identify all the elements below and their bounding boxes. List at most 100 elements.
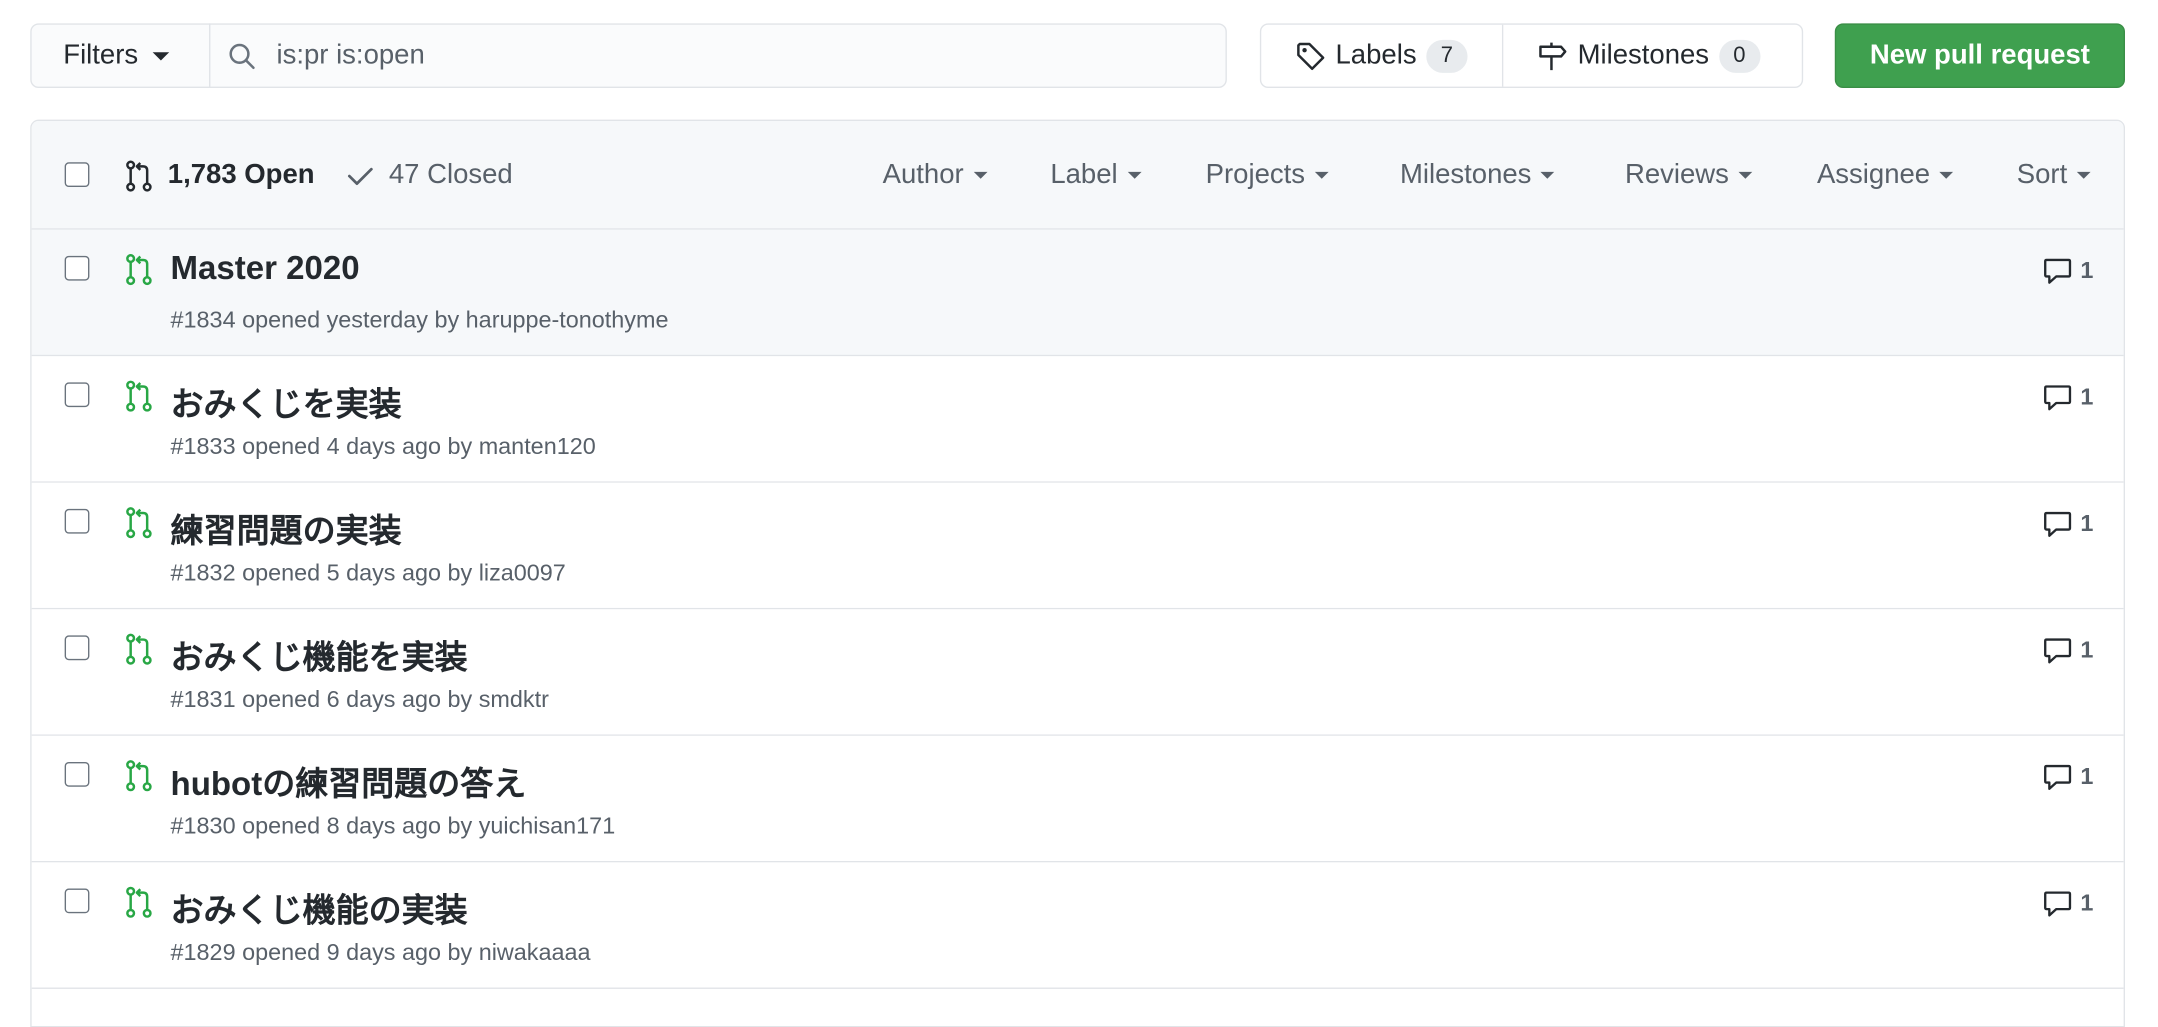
pull-request-list: 1,783 Open 47 Closed Author Label Projec… [30, 119, 2125, 1027]
list-item[interactable]: hubotの練習問題の答え #1830 opened 8 days ago by… [31, 735, 2124, 863]
comments-link[interactable]: 1 [2042, 382, 2093, 412]
open-filter-link[interactable]: 1,783 Open [124, 159, 315, 192]
comment-count: 1 [2080, 763, 2094, 790]
pull-request-open-icon [126, 886, 152, 918]
reviews-menu[interactable]: Reviews [1624, 159, 1753, 192]
pr-author-link[interactable]: yuichisan171 [479, 813, 616, 839]
pr-opened: opened yesterday [242, 306, 428, 333]
label-menu-label: Label [1050, 159, 1118, 190]
pr-author-link[interactable]: niwakaaaa [479, 939, 591, 965]
pr-title-link[interactable]: おみくじ機能の実装 [171, 883, 468, 931]
pull-request-open-icon [126, 380, 152, 412]
pr-meta: #1829 opened 9 days ago by niwakaaaa [170, 939, 591, 966]
pr-title-link[interactable]: 練習問題の実装 [171, 503, 402, 551]
row-checkbox[interactable] [64, 255, 90, 281]
chevron-down-icon [1127, 171, 1142, 179]
pr-number: #1829 [170, 939, 236, 966]
search-field [209, 23, 1227, 89]
search-icon [229, 43, 255, 69]
milestones-label: Milestones [1577, 39, 1710, 71]
projects-menu[interactable]: Projects [1206, 160, 1329, 192]
pr-meta: #1831 opened 6 days ago by smdktr [170, 686, 549, 713]
chevron-down-icon [1738, 171, 1753, 179]
pr-opened: opened 9 days ago [242, 939, 442, 966]
sort-menu-label: Sort [2016, 159, 2068, 190]
pr-title-link[interactable]: hubotの練習問題の答え [171, 756, 527, 804]
check-icon [347, 167, 373, 185]
chevron-down-icon [153, 51, 170, 60]
comments-link[interactable]: 1 [2042, 762, 2094, 792]
comments-link[interactable]: 1 [2042, 256, 2094, 286]
list-item[interactable]: おみくじを実装 #1833 opened 4 days ago by mante… [31, 356, 2124, 483]
filters-label: Filters [63, 39, 139, 71]
pr-author-link[interactable]: manten120 [479, 433, 596, 459]
closed-filter-link[interactable]: 47 Closed [345, 160, 513, 192]
sort-menu[interactable]: Sort [2017, 160, 2091, 192]
assignee-menu[interactable]: Assignee [1817, 160, 1954, 192]
comment-count: 1 [2080, 636, 2094, 663]
row-checkbox[interactable] [64, 508, 90, 534]
labels-milestones-group: Labels 7 Milestones 0 [1259, 23, 1804, 89]
comments-link[interactable]: 1 [2042, 889, 2093, 919]
comment-count: 1 [2080, 510, 2094, 537]
list-item[interactable]: 練習問題の実装 #1832 opened 5 days ago by liza0… [31, 482, 2124, 610]
pr-meta: #1834 opened yesterday by haruppe-tonoth… [170, 306, 669, 333]
pr-number: #1834 [170, 306, 236, 333]
reviews-menu-label: Reviews [1624, 159, 1729, 190]
list-item[interactable]: おみくじ機能の実装 #1829 opened 9 days ago by niw… [31, 862, 2124, 989]
pr-number: #1830 [170, 812, 236, 839]
comment-icon [2043, 891, 2071, 917]
milestones-menu-label: Milestones [1399, 159, 1532, 190]
author-menu-label: Author [882, 159, 964, 190]
milestones-menu[interactable]: Milestones [1400, 160, 1555, 192]
chevron-down-icon [2076, 171, 2091, 179]
pr-opened: opened 4 days ago [242, 433, 442, 460]
pr-author-link[interactable]: liza0097 [479, 560, 566, 586]
state-toggle: 1,783 Open 47 Closed [124, 121, 513, 230]
milestones-count: 0 [1718, 39, 1760, 73]
row-checkbox[interactable] [64, 382, 90, 408]
row-checkbox[interactable] [64, 635, 90, 661]
label-menu[interactable]: Label [1050, 159, 1142, 192]
search-input[interactable] [276, 28, 1185, 84]
chevron-down-icon [1939, 171, 1954, 179]
row-checkbox[interactable] [64, 888, 90, 914]
chevron-down-icon [973, 171, 988, 179]
comments-link[interactable]: 1 [2042, 635, 2094, 665]
list-item[interactable]: Master 2020 #1834 opened yesterday by ha… [31, 229, 2124, 357]
author-menu[interactable]: Author [882, 159, 988, 192]
open-count-label: 1,783 Open [167, 159, 315, 190]
pr-author-link[interactable]: smdktr [479, 686, 549, 712]
comment-icon [2043, 258, 2071, 284]
labels-count: 7 [1426, 39, 1468, 73]
comment-icon [2043, 764, 2071, 790]
tag-icon [1297, 42, 1325, 70]
pull-request-open-icon [126, 760, 152, 792]
pull-request-icon [126, 159, 152, 191]
pr-author-link[interactable]: haruppe-tonothyme [466, 307, 669, 333]
pr-title-link[interactable]: おみくじ機能を実装 [171, 630, 468, 678]
list-item[interactable]: おみくじ機能を実装 #1831 opened 6 days ago by smd… [31, 609, 2124, 736]
chevron-down-icon [1314, 171, 1329, 179]
assignee-menu-label: Assignee [1816, 159, 1931, 190]
new-pull-request-button[interactable]: New pull request [1834, 23, 2125, 89]
list-header: 1,783 Open 47 Closed Author Label Projec… [31, 121, 2124, 230]
row-checkbox[interactable] [64, 761, 90, 787]
comment-icon [2043, 638, 2071, 664]
labels-button[interactable]: Labels 7 [1261, 24, 1504, 87]
pr-opened: opened 5 days ago [242, 559, 442, 586]
comment-icon [2043, 385, 2071, 411]
pull-request-open-icon [126, 254, 152, 286]
filter-menus: Author Label Projects Milestones Reviews… [883, 121, 2124, 230]
pr-title-link[interactable]: おみくじを実装 [171, 377, 402, 425]
pr-title-link[interactable]: Master 2020 [171, 250, 360, 289]
pr-meta: #1830 opened 8 days ago by yuichisan171 [170, 812, 616, 839]
filters-dropdown[interactable]: Filters [30, 23, 211, 89]
comment-icon [2043, 511, 2071, 537]
comment-count: 1 [2080, 257, 2094, 284]
milestones-button[interactable]: Milestones 0 [1503, 25, 1801, 87]
pr-meta: #1833 opened 4 days ago by manten120 [170, 433, 596, 460]
comments-link[interactable]: 1 [2042, 509, 2094, 539]
new-pull-request-label: New pull request [1869, 39, 2090, 71]
select-all-checkbox[interactable] [64, 162, 90, 188]
